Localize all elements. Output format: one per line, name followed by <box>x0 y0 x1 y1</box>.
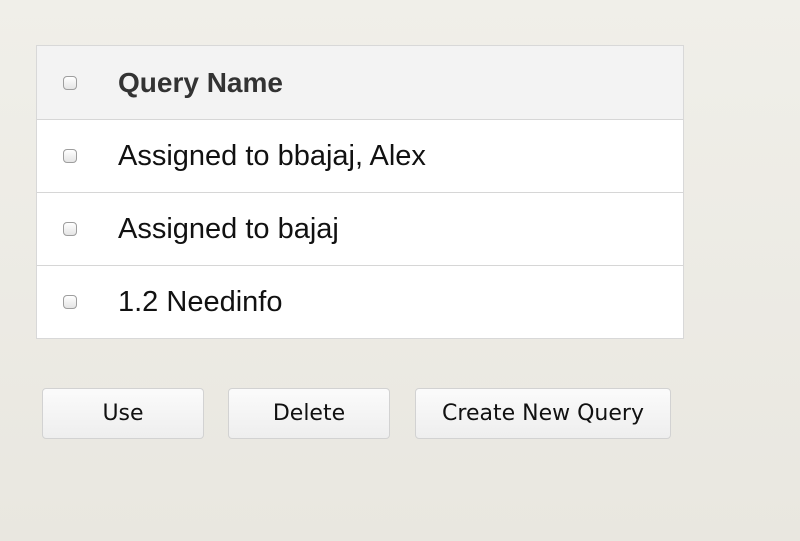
row-checkbox[interactable] <box>63 222 77 236</box>
select-all-checkbox[interactable] <box>63 75 77 90</box>
table-header-row: Query Name <box>37 46 683 119</box>
query-name: Assigned to bbajaj, Alex <box>118 139 426 172</box>
column-header-query-name: Query Name <box>118 66 283 98</box>
query-table: Query Name Assigned to bbajaj, Alex Assi… <box>36 45 684 339</box>
create-new-query-button[interactable]: Create New Query <box>415 388 671 439</box>
use-button[interactable]: Use <box>42 388 204 439</box>
table-row[interactable]: 1.2 Needinfo <box>37 265 683 338</box>
table-row[interactable]: Assigned to bbajaj, Alex <box>37 119 683 192</box>
query-name: 1.2 Needinfo <box>118 285 283 318</box>
table-row[interactable]: Assigned to bajaj <box>37 192 683 265</box>
delete-button[interactable]: Delete <box>228 388 390 439</box>
row-checkbox[interactable] <box>63 295 77 309</box>
row-checkbox[interactable] <box>63 149 77 163</box>
query-name: Assigned to bajaj <box>118 212 339 245</box>
